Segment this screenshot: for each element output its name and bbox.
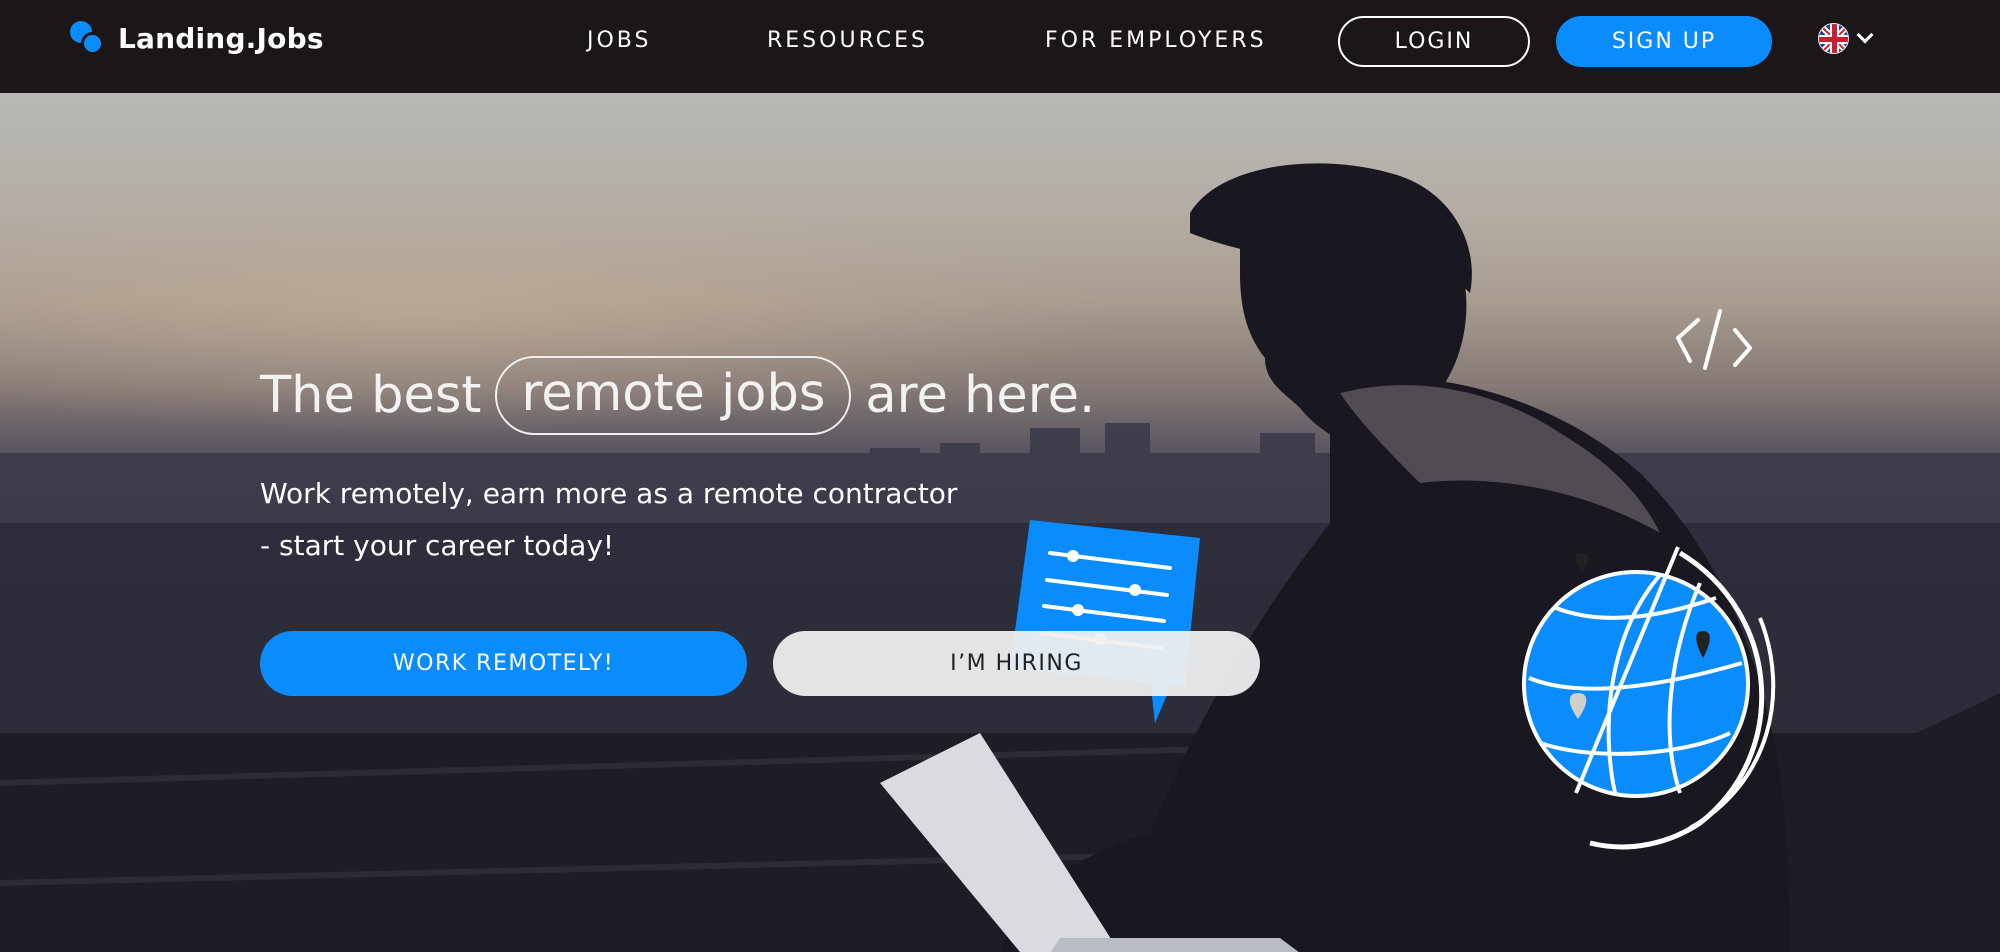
hero-subtitle-line1: Work remotely, earn more as a remote con… — [260, 477, 958, 510]
nav-jobs-link[interactable]: JOBS — [587, 28, 651, 53]
chevron-down-icon — [1856, 26, 1874, 44]
nav-for-employers-link[interactable]: FOR EMPLOYERS — [1045, 28, 1267, 53]
hero-background-image — [0, 163, 2000, 952]
headline-highlight: remote jobs — [495, 355, 852, 435]
hero-headline: The best remote jobs are here. — [260, 355, 1095, 435]
code-brackets-icon — [1676, 309, 1752, 370]
login-button[interactable]: LOGIN — [1338, 16, 1530, 67]
hero-subtitle-line2: - start your career today! — [260, 529, 615, 562]
headline-text-after: are here. — [865, 365, 1096, 425]
im-hiring-button[interactable]: I’M HIRING — [773, 631, 1260, 696]
uk-flag-icon — [1818, 22, 1849, 54]
sign-up-button[interactable]: SIGN UP — [1556, 16, 1772, 67]
top-navigation: Landing.Jobs JOBS RESOURCES FOR EMPLOYER… — [0, 0, 2000, 93]
headline-text-before: The best — [260, 365, 482, 425]
logo-text: Landing.Jobs — [118, 21, 324, 55]
nav-resources-link[interactable]: RESOURCES — [767, 28, 928, 53]
language-selector[interactable] — [1818, 21, 1888, 55]
hero-section: The best remote jobs are here. Work remo… — [0, 93, 2000, 952]
logo-link[interactable]: Landing.Jobs — [68, 18, 324, 58]
work-remotely-button[interactable]: WORK REMOTELY! — [260, 631, 747, 696]
logo-icon — [68, 18, 108, 58]
